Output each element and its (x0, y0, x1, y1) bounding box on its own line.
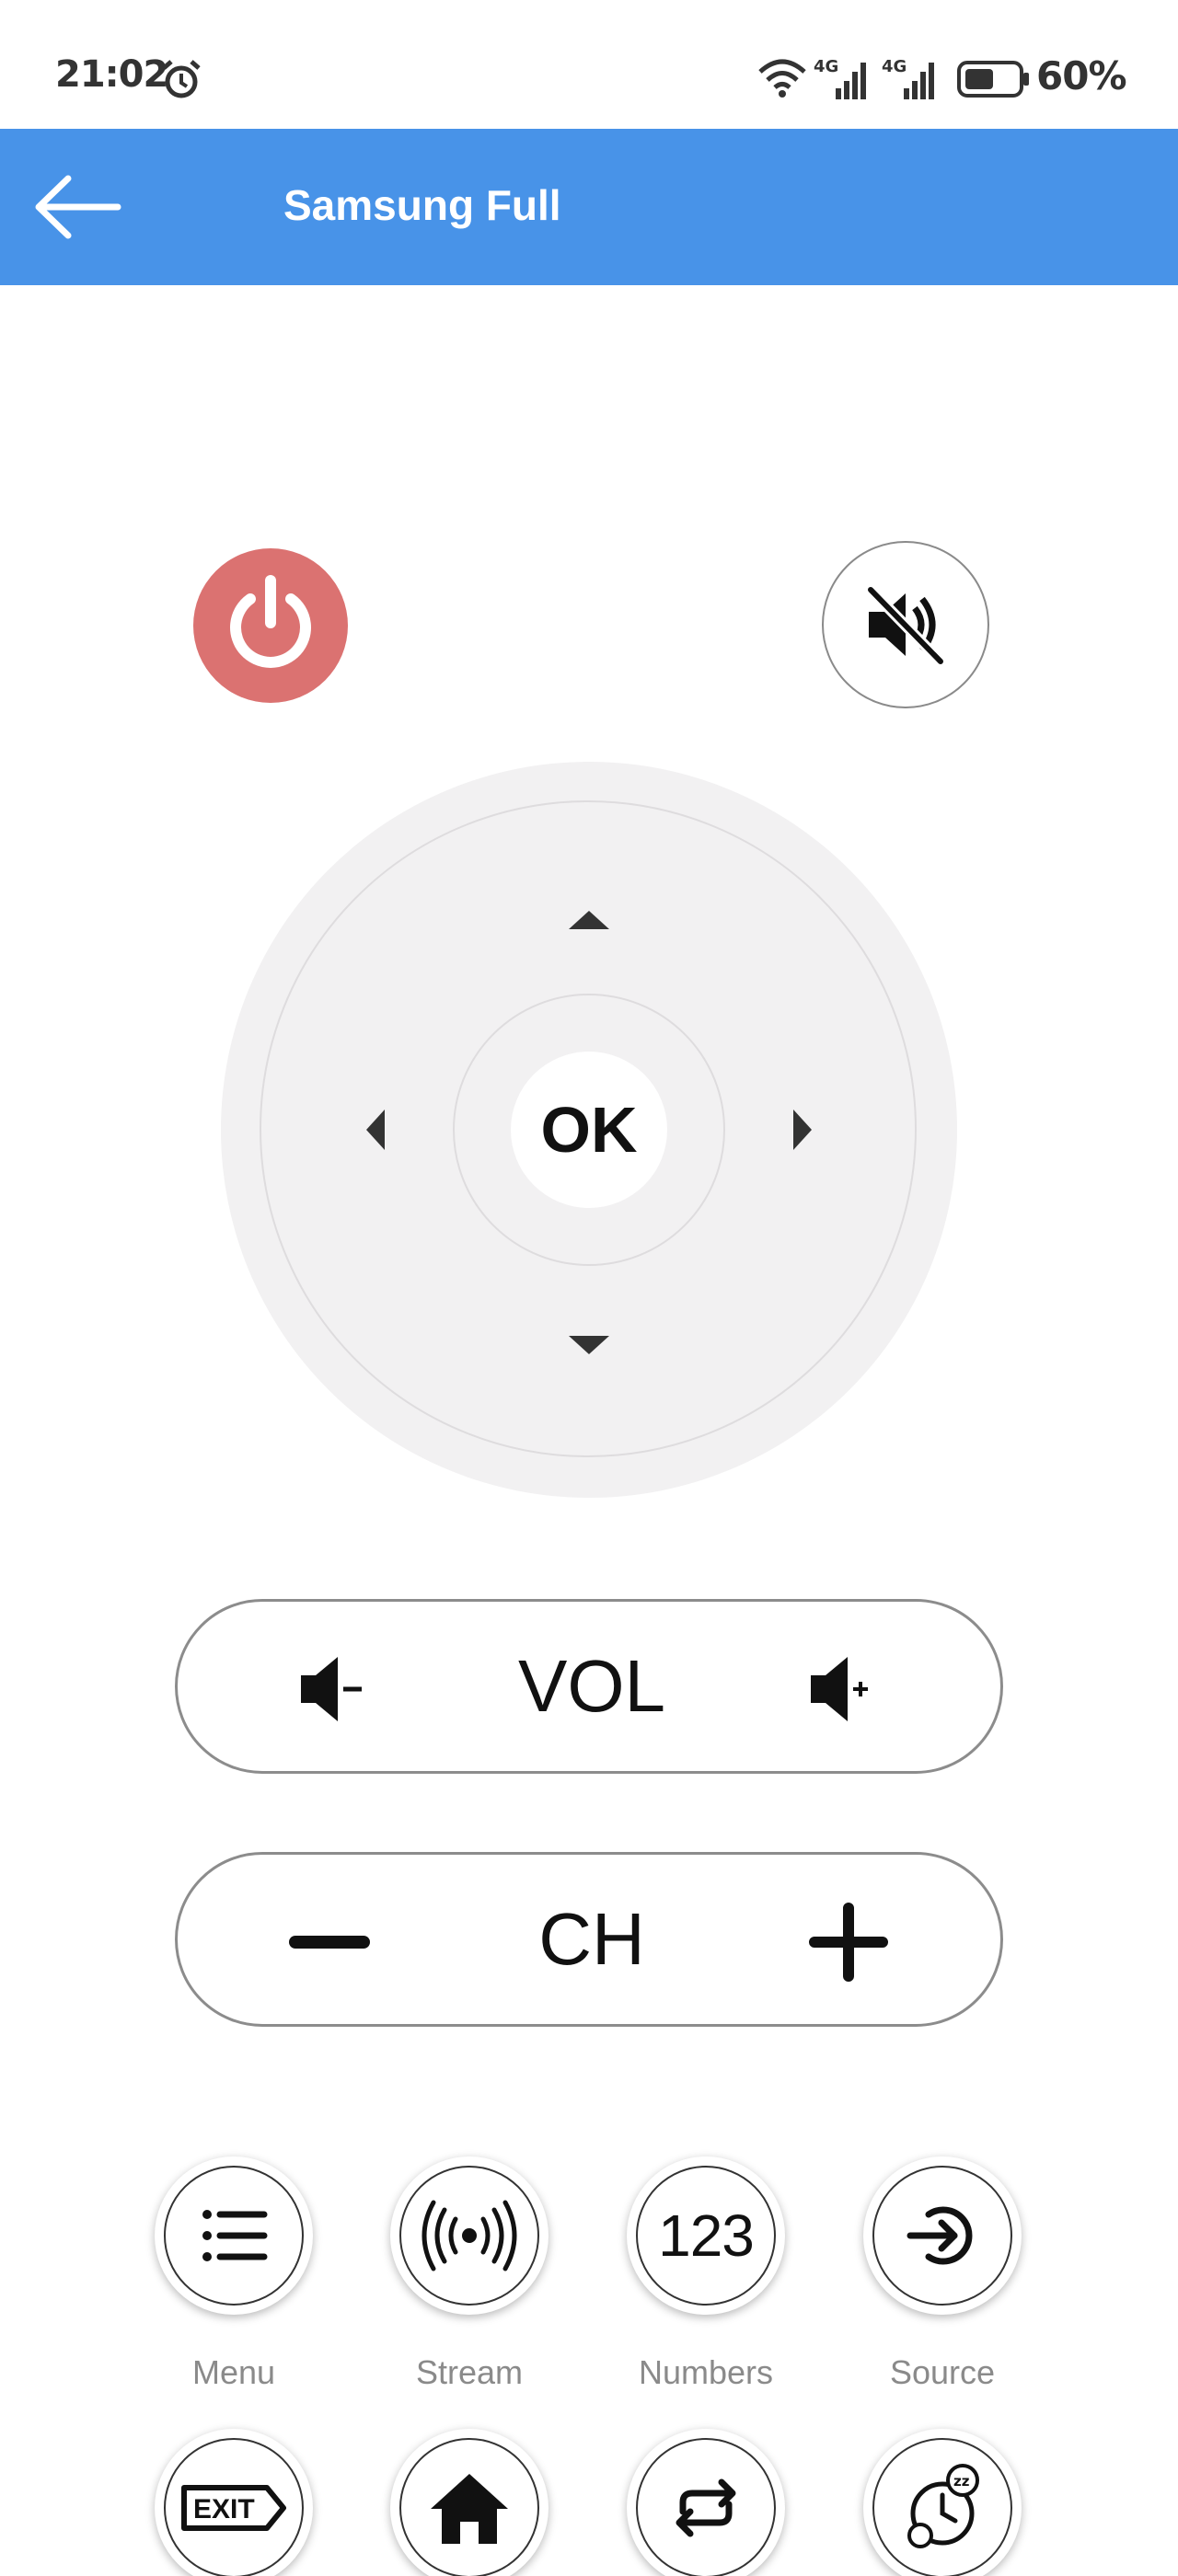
channel-label: CH (538, 1898, 645, 1980)
volume-down-icon (301, 1657, 362, 1721)
source-button[interactable] (863, 2156, 1022, 2315)
dpad-down-button[interactable] (548, 1305, 630, 1387)
signal-icon: 4G (882, 57, 942, 105)
signal-icon: 4G (814, 57, 874, 105)
channel-down-button[interactable] (270, 1882, 389, 2002)
numbers-button[interactable]: 123 (627, 2156, 785, 2315)
app-bar: Samsung Full (0, 129, 1178, 285)
home-icon (431, 2474, 508, 2544)
numbers-icon: 123 (658, 2202, 755, 2269)
input-source-icon (907, 2206, 973, 2265)
caret-left-icon (366, 1110, 385, 1150)
stream-label: Stream (415, 2353, 524, 2391)
repeat-button[interactable] (627, 2429, 785, 2576)
network-type-label: 4G (814, 57, 838, 76)
arrow-left-icon (35, 175, 121, 239)
status-bar: 21:02 4G 4G 60% (0, 0, 1178, 129)
caret-right-icon (793, 1110, 812, 1150)
exit-icon: EXIT (181, 2485, 286, 2531)
menu-label: Menu (191, 2353, 276, 2391)
dpad-right-button[interactable] (760, 1088, 843, 1171)
dpad-left-button[interactable] (335, 1088, 418, 1171)
exit-button[interactable]: EXIT (155, 2429, 313, 2576)
plus-icon (809, 1903, 888, 1982)
minus-icon (289, 1936, 370, 1949)
volume-label: VOL (517, 1645, 666, 1727)
battery-icon (957, 61, 1031, 101)
network-type-label: 4G (882, 57, 907, 76)
volume-up-icon (811, 1657, 868, 1721)
source-label: Source (889, 2353, 996, 2391)
power-icon (230, 575, 311, 668)
list-icon (202, 2210, 268, 2261)
ok-button[interactable]: OK (511, 1052, 667, 1208)
sleep-icon-text: zz (953, 2473, 970, 2490)
channel-control: CH (175, 1852, 1003, 2027)
volume-up-button[interactable] (789, 1629, 908, 1749)
mute-icon (866, 585, 945, 666)
menu-button[interactable] (155, 2156, 313, 2315)
repeat-icon (676, 2478, 736, 2537)
volume-control: VOL (175, 1599, 1003, 1774)
sleep-timer-button[interactable]: zz (863, 2429, 1022, 2576)
mute-button[interactable] (822, 541, 989, 708)
exit-icon-text: EXIT (193, 2494, 255, 2524)
caret-up-icon (569, 911, 609, 929)
numbers-label: Numbers (638, 2353, 774, 2391)
caret-down-icon (569, 1336, 609, 1354)
remote-screen: 21:02 4G 4G 60% Samsung Full OK VOL CH M… (0, 0, 1178, 2576)
dpad: OK (221, 762, 957, 1498)
broadcast-icon (422, 2200, 517, 2271)
page-title: Samsung Full (283, 181, 561, 229)
battery-percent: 60% (1036, 53, 1127, 98)
channel-up-button[interactable] (789, 1882, 908, 2002)
volume-down-button[interactable] (270, 1629, 389, 1749)
power-button[interactable] (193, 548, 348, 703)
wifi-icon (756, 57, 808, 103)
dpad-up-button[interactable] (548, 880, 630, 962)
back-button[interactable] (28, 166, 138, 248)
stream-button[interactable] (390, 2156, 549, 2315)
sleep-timer-icon: zz (907, 2464, 979, 2548)
home-button[interactable] (390, 2429, 549, 2576)
alarm-icon (160, 59, 202, 105)
status-time: 21:02 (55, 53, 168, 96)
